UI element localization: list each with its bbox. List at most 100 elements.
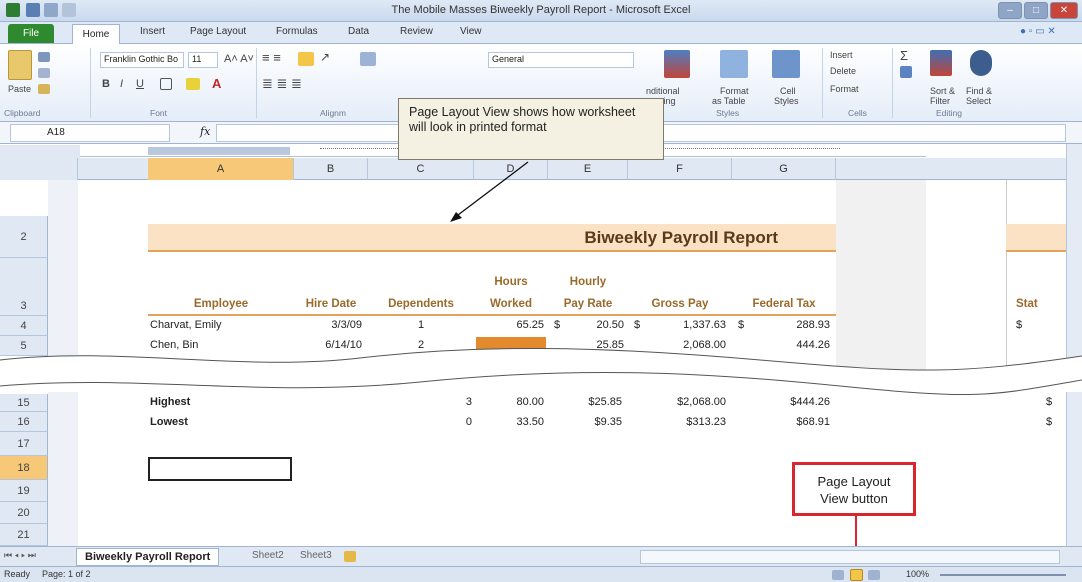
orientation-icon[interactable]: ↗ xyxy=(320,50,330,64)
row-header-4[interactable]: 4 xyxy=(0,316,48,336)
row-header-19[interactable]: 19 xyxy=(0,480,48,502)
format-as-table-label-2[interactable]: as Table xyxy=(712,96,745,106)
highest-federal-tax[interactable]: $444.26 xyxy=(732,396,830,408)
sheet-tab-3[interactable]: Sheet3 xyxy=(300,550,332,561)
normal-view-icon[interactable] xyxy=(832,570,844,580)
lowest-dependents[interactable]: 0 xyxy=(368,416,472,428)
cell-federal-tax[interactable]: 288.93 xyxy=(744,319,830,331)
zoom-level[interactable]: 100% xyxy=(906,569,929,579)
cell-styles-label[interactable]: Cell xyxy=(780,86,796,96)
select-all-corner[interactable] xyxy=(0,158,78,180)
highest-pay-rate[interactable]: $25.85 xyxy=(548,396,622,408)
close-button[interactable]: ✕ xyxy=(1050,2,1078,19)
sheet-tab-2[interactable]: Sheet2 xyxy=(252,550,284,561)
fill-color-icon[interactable] xyxy=(186,78,200,90)
column-header-e[interactable]: E xyxy=(548,158,628,180)
underline-icon[interactable]: U xyxy=(136,78,144,90)
cell-dependents[interactable]: 1 xyxy=(368,319,474,331)
column-header-g[interactable]: G xyxy=(732,158,836,180)
autosum-icon[interactable]: Σ xyxy=(900,48,908,63)
vertical-scrollbar[interactable] xyxy=(1066,144,1082,370)
find-select-icon[interactable] xyxy=(970,50,992,76)
page-break-preview-icon[interactable] xyxy=(868,570,880,580)
fill-icon[interactable] xyxy=(900,66,912,78)
lowest-federal-tax[interactable]: $68.91 xyxy=(732,416,830,428)
sort-filter-label-2[interactable]: Filter xyxy=(930,96,950,106)
minimize-button[interactable]: – xyxy=(998,2,1022,19)
font-color-icon[interactable]: A xyxy=(212,76,221,91)
font-size-select[interactable]: 11 xyxy=(188,52,218,68)
column-header-f[interactable]: F xyxy=(628,158,732,180)
find-select-label-2[interactable]: Select xyxy=(966,96,991,106)
tab-review[interactable]: Review xyxy=(400,26,433,37)
delete-button[interactable]: Delete xyxy=(830,66,856,76)
cell-hire-date[interactable]: 3/3/09 xyxy=(294,319,362,331)
tab-file[interactable]: File xyxy=(8,24,54,43)
conditional-formatting-label[interactable]: nditional xyxy=(646,86,680,96)
highest-hours[interactable]: 80.00 xyxy=(474,396,544,408)
format-painter-icon[interactable] xyxy=(38,84,50,94)
vertical-scrollbar-lower[interactable] xyxy=(1066,392,1082,546)
align-bottom-icon[interactable] xyxy=(298,52,314,66)
copy-icon[interactable] xyxy=(38,68,50,78)
column-header-a[interactable]: A xyxy=(148,158,294,180)
tab-home[interactable]: Home xyxy=(72,24,120,45)
sheet-tab-payroll[interactable]: Biweekly Payroll Report xyxy=(76,548,220,566)
lowest-gross-pay[interactable]: $313.23 xyxy=(628,416,726,428)
tab-view[interactable]: View xyxy=(460,26,482,37)
wrap-text-icon[interactable] xyxy=(360,52,376,66)
borders-icon[interactable] xyxy=(160,78,172,90)
zoom-slider[interactable] xyxy=(940,574,1066,576)
row-header-16[interactable]: 16 xyxy=(0,412,48,432)
tab-page-layout[interactable]: Page Layout xyxy=(190,26,246,37)
sheet-nav-icon[interactable]: ⏮ ◂ ▸ ⏭ xyxy=(4,550,36,561)
row-header-20[interactable]: 20 xyxy=(0,502,48,524)
page-layout-view-button[interactable] xyxy=(850,569,863,581)
tab-insert[interactable]: Insert xyxy=(140,26,165,37)
format-as-table-label[interactable]: Format xyxy=(720,86,749,96)
cut-icon[interactable] xyxy=(38,52,50,62)
conditional-formatting-icon[interactable] xyxy=(664,50,690,78)
cell-employee[interactable]: Charvat, Emily xyxy=(150,319,222,331)
row-header-3[interactable]: 3 xyxy=(0,258,48,316)
highest-dependents[interactable]: 3 xyxy=(368,396,472,408)
font-name-select[interactable]: Franklin Gothic Bo xyxy=(100,52,184,68)
paste-icon[interactable] xyxy=(8,50,32,80)
cell-styles-icon[interactable] xyxy=(772,50,800,78)
row-header-18[interactable]: 18 xyxy=(0,456,48,480)
number-format-select[interactable]: General xyxy=(488,52,634,68)
cell-styles-label-2[interactable]: Styles xyxy=(774,96,799,106)
paste-label[interactable]: Paste xyxy=(8,84,31,94)
name-box[interactable]: A18 xyxy=(10,124,170,142)
row-header-17[interactable]: 17 xyxy=(0,432,48,456)
find-select-label[interactable]: Find & xyxy=(966,86,992,96)
cell-hours[interactable]: 65.25 xyxy=(474,319,544,331)
insert-function-icon[interactable]: fx xyxy=(200,125,210,138)
horizontal-scrollbar[interactable] xyxy=(640,550,1060,564)
align-top-icon[interactable]: ≡ ≡ xyxy=(262,50,281,65)
insert-button[interactable]: Insert xyxy=(830,50,853,60)
cell-pay-rate[interactable]: 20.50 xyxy=(560,319,624,331)
maximize-button[interactable]: □ xyxy=(1024,2,1048,19)
format-as-table-icon[interactable] xyxy=(720,50,748,78)
insert-sheet-icon[interactable] xyxy=(344,551,356,562)
italic-icon[interactable]: I xyxy=(120,78,123,90)
grow-font-icon[interactable]: A˄ A˅ xyxy=(224,53,254,65)
cell-gross-pay[interactable]: 1,337.63 xyxy=(640,319,726,331)
row-header-15[interactable]: 15 xyxy=(0,394,48,412)
tab-formulas[interactable]: Formulas xyxy=(276,26,318,37)
sort-filter-icon[interactable] xyxy=(930,50,952,76)
format-button[interactable]: Format xyxy=(830,84,859,94)
row-header-21[interactable]: 21 xyxy=(0,524,48,546)
highest-gross-pay[interactable]: $2,068.00 xyxy=(628,396,726,408)
column-header-b[interactable]: B xyxy=(294,158,368,180)
tab-data[interactable]: Data xyxy=(348,26,369,37)
sort-filter-label[interactable]: Sort & xyxy=(930,86,955,96)
label-lowest[interactable]: Lowest xyxy=(150,416,188,428)
row-header-2[interactable]: 2 xyxy=(0,216,48,258)
label-highest[interactable]: Highest xyxy=(150,396,190,408)
help-icon[interactable]: ● ▫ ▭ ✕ xyxy=(1020,26,1056,37)
bold-icon[interactable]: B xyxy=(102,78,110,90)
lowest-hours[interactable]: 33.50 xyxy=(474,416,544,428)
active-cell-a18[interactable] xyxy=(148,457,292,481)
